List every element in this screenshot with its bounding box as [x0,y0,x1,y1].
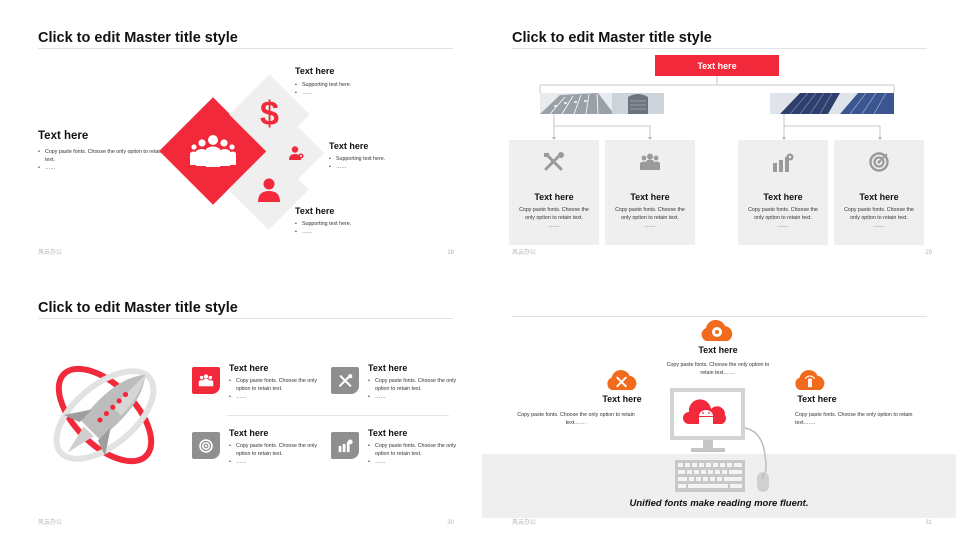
footer: 风云办公 [38,250,63,256]
bullet: …… [38,164,163,172]
cloud-gear-icon [698,319,736,347]
item-bullets: Supporting text here. …… [295,220,415,237]
computer-illustration [665,388,775,501]
slide-28: Click to edit Master title style Text he… [4,6,478,270]
page-number: 30 [447,520,454,526]
page-number: 28 [447,250,454,256]
top-text: Copy paste fonts. Choose the only option… [666,362,770,377]
tools-icon [331,367,359,394]
item-heading: Text here [368,428,408,438]
item-heading: Text here [329,141,369,151]
card-more: …… [873,223,885,230]
right-heading: Text here [797,394,837,404]
card-more: …… [777,223,789,230]
bullet: Supporting text here. [295,81,415,89]
item-bullets: Supporting text here. …… [295,81,415,98]
item-heading: Text here [229,428,269,438]
item-heading: Text here [295,66,335,76]
card-body: Copy paste fonts. Choose the only option… [748,207,818,222]
bullet: …… [368,458,458,466]
card-body: Copy paste fonts. Choose the only option… [844,207,914,222]
main-heading: Text here [38,130,89,142]
team-icon [192,367,220,394]
card-heading: Text here [534,192,574,202]
slide-title: Click to edit Master title style [38,30,238,46]
card-text: Copy paste fonts. Choose the only option… [515,206,593,231]
item-bullets: Copy paste fonts. Choose the only option… [368,442,458,467]
footer: 风云办公 [512,520,537,526]
item-heading: Text here [295,206,335,216]
card-text: Copy paste fonts. Choose the only option… [840,206,918,231]
card-more: …… [548,223,560,230]
bullet: Copy paste fonts. Choose the only option… [229,377,319,393]
slide-30: Click to edit Master title style Text he… [4,276,478,540]
bullet: …… [295,89,415,97]
right-text: Copy paste fonts. Choose the only option… [795,412,913,427]
title-divider [512,316,927,317]
bullet: …… [229,458,319,466]
bullet: …… [368,393,458,401]
footer: 风云办公 [512,250,537,256]
bullet: Copy paste fonts. Choose the only option… [38,148,163,164]
slide-29: Click to edit Master title style Text he… [482,6,956,270]
row-divider [227,415,449,416]
connector-lines [539,76,895,140]
item-bullets: Supporting text here. …… [329,155,449,172]
card-text: Copy paste fonts. Choose the only option… [611,206,689,231]
chart-gear-icon [772,153,794,178]
building-photo [540,93,664,114]
left-text: Copy paste fonts. Choose the only option… [517,412,635,427]
card-text: Copy paste fonts. Choose the only option… [744,206,822,231]
team-icon [639,153,661,176]
cloud-tools-icon [604,370,640,396]
bullet: Copy paste fonts. Choose the only option… [229,442,319,458]
bullet: Copy paste fonts. Choose the only option… [368,442,458,458]
card-more: …… [644,223,656,230]
bullet: …… [329,163,449,171]
item-bullets: Copy paste fonts. Choose the only option… [229,442,319,467]
page-number: 31 [925,520,932,526]
card-heading: Text here [630,192,670,202]
item-heading: Text here [368,363,408,373]
top-heading: Text here [698,345,738,355]
cloud-signal-icon [792,370,828,396]
footer: 风云办公 [38,520,63,526]
card-body: Copy paste fonts. Choose the only option… [615,207,685,222]
chart-gear-icon [331,432,359,459]
user-icon [240,161,297,218]
slide-title: Click to edit Master title style [38,300,238,316]
target-icon [869,152,889,177]
item-bullets: Copy paste fonts. Choose the only option… [368,377,458,402]
card-heading: Text here [859,192,899,202]
left-heading: Text here [602,394,642,404]
target-icon [192,432,220,459]
bullet: Supporting text here. [329,155,449,163]
main-bullets: Copy paste fonts. Choose the only option… [38,148,163,173]
rocket-icon [44,354,166,481]
card-body: Copy paste fonts. Choose the only option… [519,207,589,222]
building-photo [770,93,894,114]
item-heading: Text here [229,363,269,373]
caption: Unified fonts make reading more fluent. [629,498,809,509]
bullet: …… [295,228,415,236]
bullet: Supporting text here. [295,220,415,228]
tools-icon [543,152,565,177]
card-heading: Text here [763,192,803,202]
item-bullets: Copy paste fonts. Choose the only option… [229,377,319,402]
title-divider [38,318,453,319]
bullet: …… [229,393,319,401]
bullet: Copy paste fonts. Choose the only option… [368,377,458,393]
page-number: 29 [925,250,932,256]
title-divider [38,48,453,49]
slide-31: Text here Copy paste fonts. Choose the o… [482,276,956,540]
